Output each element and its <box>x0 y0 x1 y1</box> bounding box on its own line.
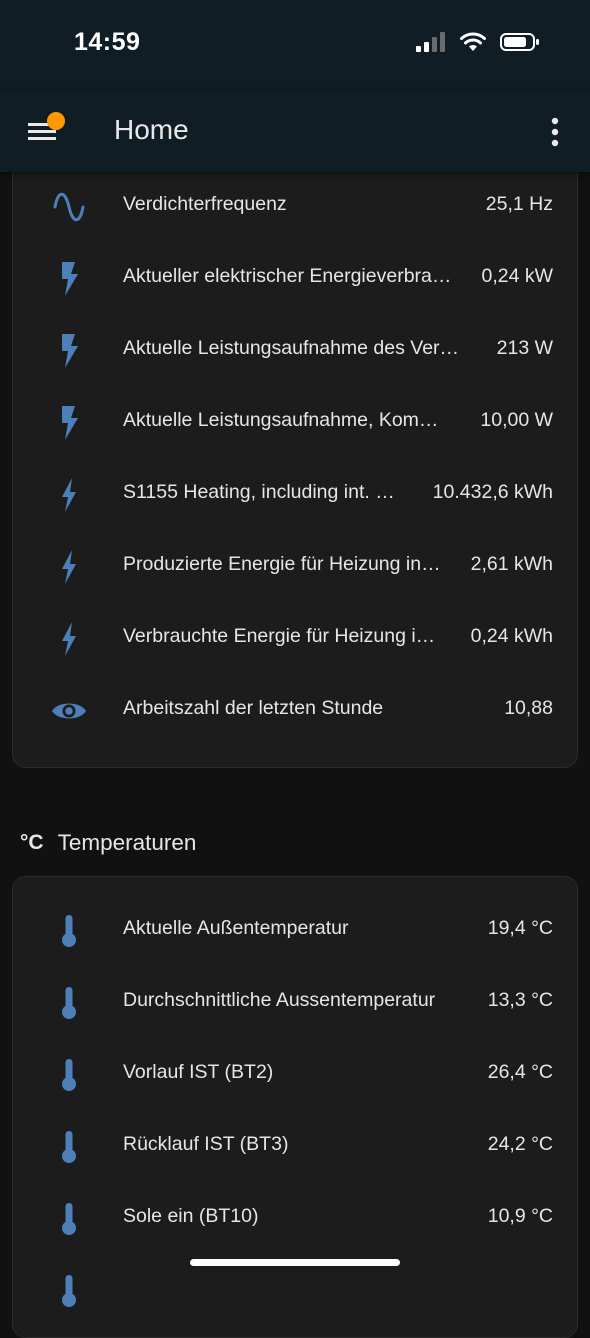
row-value: 2,61 kWh <box>470 553 553 575</box>
row-value: 10.432,6 kWh <box>432 481 553 503</box>
flash-icon <box>49 261 89 297</box>
row-label: Aktuelle Leistungsaufnahme, Kom… <box>123 409 439 431</box>
battery-icon <box>500 33 539 51</box>
row-label: Produzierte Energie für Heizung in… <box>123 553 441 575</box>
row-value: 10,9 °C <box>487 1205 553 1227</box>
row-value: 10,88 <box>504 697 553 719</box>
row-value: 10,00 W <box>480 409 553 431</box>
thermometer-icon <box>49 1201 89 1237</box>
notification-badge <box>47 112 65 130</box>
row-value: 0,24 kWh <box>470 625 553 647</box>
sine-wave-icon <box>49 189 89 225</box>
section-title: Temperaturen <box>57 830 197 855</box>
temperature-card: Aktuelle Außentemperatur 19,4 °C Durchsc… <box>12 876 578 1338</box>
list-item[interactable]: Aktuelle Leistungsaufnahme des Ver… 213 … <box>13 315 577 387</box>
thermometer-icon <box>49 1129 89 1165</box>
list-item[interactable]: Rücklauf IST (BT3) 24,2 °C <box>13 1111 577 1183</box>
status-bar: 14:59 <box>0 0 590 90</box>
list-item[interactable]: S1155 Heating, including int. … 10.432,6… <box>13 459 577 531</box>
row-value: 26,4 °C <box>487 1061 553 1083</box>
row-label: Aktuelle Außentemperatur <box>123 917 349 939</box>
list-item[interactable]: Aktueller elektrischer Energieverbra… 0,… <box>13 243 577 315</box>
row-label: Aktuelle Leistungsaufnahme des Ver… <box>123 337 460 359</box>
row-label: Rücklauf IST (BT3) <box>123 1133 289 1155</box>
page-title: Home <box>114 114 189 145</box>
row-label: Verbrauchte Energie für Heizung i… <box>123 625 436 647</box>
row-label: Aktueller elektrischer Energieverbra… <box>123 265 452 287</box>
list-item[interactable]: Produzierte Energie für Heizung in… 2,61… <box>13 531 577 603</box>
lightning-icon <box>49 549 89 585</box>
list-item[interactable]: Durchschnittliche Aussentemperatur 13,3 … <box>13 967 577 1039</box>
row-label: Verdichterfrequenz <box>123 193 287 215</box>
row-label: Durchschnittliche Aussentemperatur <box>123 989 436 1011</box>
row-value: 0,24 kW <box>481 265 553 287</box>
row-label: Arbeitszahl der letzten Stunde <box>123 697 384 719</box>
list-item[interactable]: Vorlauf IST (BT2) 26,4 °C <box>13 1039 577 1111</box>
lightning-icon <box>49 477 89 513</box>
celsius-icon: °C <box>20 831 44 854</box>
list-item[interactable]: Arbeitszahl der letzten Stunde 10,88 <box>13 675 577 747</box>
list-item[interactable]: Verdichterfrequenz 25,1 Hz <box>13 171 577 243</box>
energy-card: Verdichterfrequenz 25,1 Hz Aktueller ele… <box>12 120 578 768</box>
row-value: 213 W <box>496 337 553 359</box>
flash-icon <box>49 405 89 441</box>
eye-icon <box>49 693 89 729</box>
status-time: 14:59 <box>74 28 141 56</box>
list-item[interactable]: Sole ein (BT10) 10,9 °C <box>13 1183 577 1255</box>
list-item[interactable]: Verbrauchte Energie für Heizung i… 0,24 … <box>13 603 577 675</box>
more-options-icon[interactable] <box>548 114 562 150</box>
wifi-icon <box>460 32 486 51</box>
row-value: 24,2 °C <box>487 1133 553 1155</box>
list-item[interactable]: Aktuelle Außentemperatur 19,4 °C <box>13 895 577 967</box>
cellular-signal-icon <box>416 32 445 52</box>
row-value: 13,3 °C <box>487 989 553 1011</box>
row-label: S1155 Heating, including int. … <box>123 481 395 503</box>
row-value: 25,1 Hz <box>485 193 553 215</box>
row-value: 19,4 °C <box>487 917 553 939</box>
thermometer-icon <box>49 913 89 949</box>
list-item[interactable]: Aktuelle Leistungsaufnahme, Kom… 10,00 W <box>13 387 577 459</box>
thermometer-icon <box>49 985 89 1021</box>
row-label: Sole ein (BT10) <box>123 1205 259 1227</box>
lightning-icon <box>49 621 89 657</box>
thermometer-icon <box>49 1057 89 1093</box>
home-indicator[interactable] <box>190 1259 400 1266</box>
flash-icon <box>49 333 89 369</box>
section-header-temperatures: °C Temperaturen <box>20 826 196 860</box>
menu-button[interactable] <box>24 112 68 152</box>
app-bar: Home <box>0 90 590 172</box>
row-label: Vorlauf IST (BT2) <box>123 1061 274 1083</box>
thermometer-icon <box>49 1273 89 1309</box>
